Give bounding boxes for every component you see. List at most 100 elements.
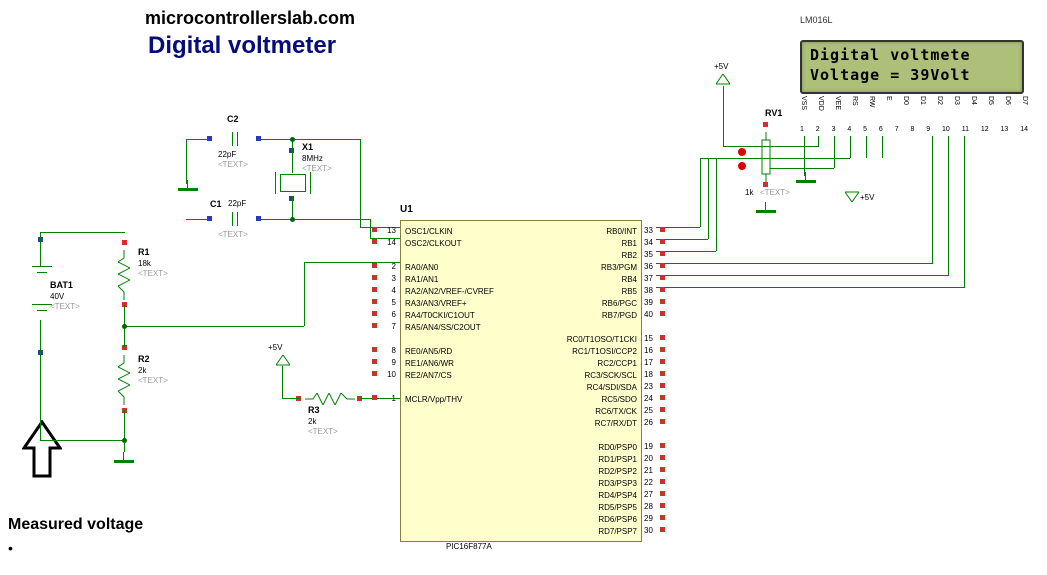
ic-pin-label: RC3/SCK/SCL: [585, 371, 637, 380]
terminal-icon: [660, 371, 665, 376]
terminal-icon: [660, 503, 665, 508]
wire: [700, 158, 701, 227]
wire: [656, 263, 932, 264]
r1-txt: <TEXT>: [138, 269, 168, 278]
r1-val: 18k: [138, 259, 151, 268]
ic-pin-label: RB4: [621, 275, 637, 284]
wire: [292, 139, 360, 140]
ic-pin-num: 9: [378, 358, 396, 367]
terminal-icon: [372, 311, 377, 316]
measured-voltage-label: Measured voltage: [8, 516, 143, 534]
wire: [850, 136, 851, 158]
lcd-pin-num: 6: [879, 126, 883, 133]
lcd-line2: Voltage = 39Volt: [810, 66, 1014, 86]
terminal-icon: [660, 359, 665, 364]
ic-pin-label: RA4/T0CKI/C1OUT: [405, 311, 475, 320]
terminal-icon: [660, 335, 665, 340]
wire: [258, 139, 292, 140]
terminal-icon: [372, 371, 377, 376]
wire: [124, 326, 304, 327]
lcd-line1: Digital voltmete: [810, 46, 1014, 66]
ic-pin-label: RB7/PGD: [602, 311, 637, 320]
ic-pin-num: 8: [378, 346, 396, 355]
terminal-icon: [372, 239, 377, 244]
lcd-pin: VDD: [817, 96, 824, 120]
header-title: Digital voltmeter: [148, 32, 336, 60]
terminal-icon: [372, 263, 377, 268]
r3-ref: R3: [308, 405, 320, 415]
wire: [770, 168, 834, 169]
ic-pin-label: RD1/PSP1: [598, 455, 637, 464]
wire: [292, 219, 370, 220]
lcd-pin: RW: [868, 96, 875, 120]
terminal-icon: [763, 182, 768, 187]
ic-pin-label: RB0/INT: [606, 227, 637, 236]
terminal-icon: [122, 240, 127, 245]
plus5v-label: +5V: [714, 62, 728, 71]
lcd-pin: D5: [987, 96, 994, 120]
r3-txt: <TEXT>: [308, 427, 338, 436]
wire: [304, 262, 305, 326]
wire: [282, 398, 300, 399]
lcd-pin: D3: [953, 96, 960, 120]
terminal-icon: [660, 491, 665, 496]
pot-knob-icon: [738, 162, 746, 170]
ic-pin-label: RA0/AN0: [405, 263, 438, 272]
rv1-ref: RV1: [765, 108, 782, 118]
wire: [258, 219, 292, 220]
crystal-icon: [280, 174, 306, 192]
ic-pin-label: RD4/PSP4: [598, 491, 637, 500]
plus5v-label: +5V: [860, 193, 874, 202]
terminal-icon: [372, 359, 377, 364]
potentiometer-icon: [760, 132, 772, 182]
terminal-icon: [660, 275, 665, 280]
terminal-icon: [660, 455, 665, 460]
ic-pin-label: RD7/PSP7: [598, 527, 637, 536]
x1-txt: <TEXT>: [302, 164, 332, 173]
terminal-icon: [660, 239, 665, 244]
lcd-pin: RS: [851, 96, 858, 120]
wire: [360, 139, 361, 227]
terminal-icon: [660, 287, 665, 292]
ic-pin-label: RB5: [621, 287, 637, 296]
battery-icon: [32, 262, 52, 282]
terminal-icon: [660, 299, 665, 304]
wire: [804, 136, 805, 176]
c2-txt: <TEXT>: [218, 160, 248, 169]
wire: [656, 251, 716, 252]
ic-pin-label: RC7/RX/DT: [595, 419, 637, 428]
junction-icon: [290, 217, 295, 222]
ic-chip: OSC1/CLKINOSC2/CLKOUTRA0/AN0RA1/AN1RA2/A…: [400, 220, 642, 542]
ic-pin-label: MCLR/Vpp/THV: [405, 395, 462, 404]
lcd-pin-num: 10: [942, 126, 950, 133]
wire: [656, 275, 948, 276]
wire: [282, 366, 283, 399]
lcd-pin: D1: [919, 96, 926, 120]
wire: [716, 158, 717, 251]
c2-ref: C2: [227, 114, 239, 124]
ic-ref: U1: [400, 204, 413, 215]
lcd-pin-num: 1: [800, 126, 804, 133]
ic-pin-label: RB2: [621, 251, 637, 260]
ic-pin-label: RD0/PSP0: [598, 443, 637, 452]
ic-pin-num: 3: [378, 274, 396, 283]
lcd-pin: D0: [902, 96, 909, 120]
wire: [656, 287, 964, 288]
wire: [932, 136, 933, 264]
ic-pin-label: RB1: [621, 239, 637, 248]
lcd-pin: D7: [1021, 96, 1028, 120]
wire: [866, 136, 867, 158]
wire: [40, 320, 41, 440]
junction-icon: [122, 324, 127, 329]
r1-ref: R1: [138, 247, 150, 257]
ic-pin-label: OSC1/CLKIN: [405, 227, 453, 236]
wire: [834, 136, 835, 168]
ic-pin-label: RB6/PGC: [602, 299, 637, 308]
ground-icon: [178, 180, 198, 194]
lcd-pin-num: 12: [981, 126, 989, 133]
ic-pin-label: RC6/TX/CK: [595, 407, 637, 416]
ic-pin-label: RA3/AN3/VREF+: [405, 299, 467, 308]
battery-icon: [32, 300, 52, 320]
terminal-icon: [660, 347, 665, 352]
ic-pin-label: RA2/AN2/VREF-/CVREF: [405, 287, 494, 296]
